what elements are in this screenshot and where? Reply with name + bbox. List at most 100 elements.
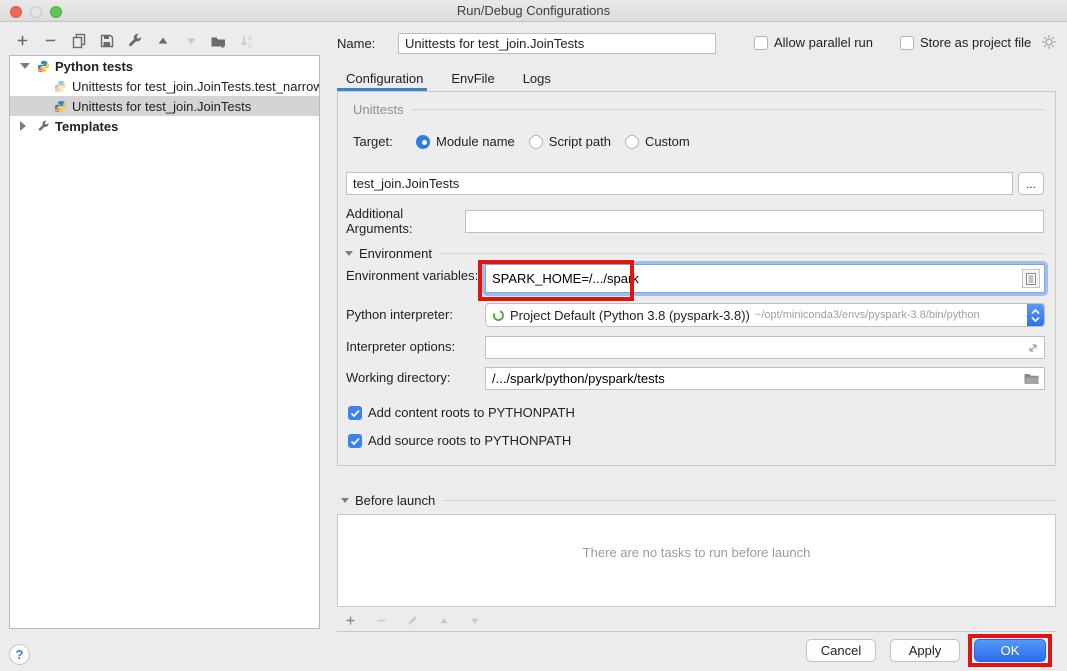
move-up-icon[interactable]	[154, 32, 171, 49]
name-input[interactable]	[398, 33, 716, 54]
interpreter-options-input[interactable]	[486, 337, 1027, 358]
edit-environment-variables-icon[interactable]	[1022, 269, 1040, 288]
tab-logs[interactable]: Logs	[514, 69, 560, 90]
conda-env-icon	[492, 309, 505, 322]
collapse-triangle-icon[interactable]	[345, 251, 353, 256]
window-title: Run/Debug Configurations	[0, 0, 1067, 22]
python-interpreter-select[interactable]: Project Default (Python 3.8 (pyspark-3.8…	[485, 303, 1045, 327]
environment-group-header[interactable]: Environment	[345, 246, 1045, 261]
python-tests-icon	[37, 60, 50, 73]
store-as-project-file-option[interactable]: Store as project file	[900, 35, 1031, 50]
remove-icon[interactable]	[42, 32, 59, 49]
add-content-roots-label: Add content roots to PYTHONPATH	[368, 405, 575, 420]
python-interpreter-value: Project Default (Python 3.8 (pyspark-3.8…	[510, 308, 750, 323]
help-label: ?	[16, 647, 24, 662]
target-row: Target: Module name Script path Custom	[353, 134, 704, 149]
tree-item-label: Unittests for test_join.JoinTests	[72, 99, 251, 114]
edit-pencil-icon	[404, 612, 421, 629]
tree-item-label: Unittests for test_join.JoinTests.test_n…	[72, 79, 319, 94]
before-launch-toolbar	[342, 612, 483, 629]
python-run-config-icon	[54, 80, 67, 93]
unittests-group-header: Unittests	[353, 102, 1045, 117]
before-launch-header[interactable]: Before launch	[341, 493, 1056, 508]
save-icon[interactable]	[98, 32, 115, 49]
add-source-roots-checkbox[interactable]	[348, 434, 362, 448]
divider	[337, 631, 1056, 632]
radio-custom-label[interactable]: Custom	[645, 134, 690, 149]
allow-parallel-run-label: Allow parallel run	[774, 35, 873, 50]
sort-alphabetically-icon: az	[238, 32, 255, 49]
tree-item-label: Templates	[55, 119, 118, 134]
chevron-down-icon[interactable]	[20, 63, 30, 69]
add-icon[interactable]	[342, 612, 359, 629]
configuration-tab-content: Unittests Target: Module name Script pat…	[337, 91, 1056, 466]
interpreter-options-label: Interpreter options:	[346, 339, 455, 354]
tree-item-python-tests[interactable]: Python tests	[10, 56, 319, 76]
move-down-icon	[182, 32, 199, 49]
browse-button[interactable]: ...	[1018, 172, 1044, 195]
name-label: Name:	[337, 36, 375, 51]
interpreter-options-field	[485, 336, 1045, 359]
config-tabs: Configuration EnvFile Logs	[337, 69, 560, 90]
environment-variables-field	[485, 264, 1045, 293]
add-content-roots-checkbox[interactable]	[348, 406, 362, 420]
module-name-input[interactable]	[346, 172, 1013, 195]
radio-script-path-label[interactable]: Script path	[549, 134, 611, 149]
gear-icon[interactable]	[1041, 34, 1057, 53]
environment-group-title: Environment	[359, 246, 432, 261]
svg-text:z: z	[248, 41, 252, 49]
target-label: Target:	[353, 134, 416, 149]
tree-item-templates[interactable]: Templates	[10, 116, 319, 136]
collapse-triangle-icon[interactable]	[341, 498, 349, 503]
radio-module-name[interactable]	[416, 135, 430, 149]
apply-button[interactable]: Apply	[890, 639, 960, 662]
environment-variables-input[interactable]	[486, 265, 1022, 292]
tab-configuration[interactable]: Configuration	[337, 69, 432, 90]
browse-label: ...	[1026, 177, 1036, 191]
active-tab-indicator	[337, 88, 427, 91]
remove-icon	[373, 612, 390, 629]
store-as-project-file-label: Store as project file	[920, 35, 1031, 50]
allow-parallel-run-checkbox[interactable]	[754, 36, 768, 50]
add-source-roots-option[interactable]: Add source roots to PYTHONPATH	[348, 433, 571, 448]
allow-parallel-run-option[interactable]: Allow parallel run	[754, 35, 873, 50]
add-content-roots-option[interactable]: Add content roots to PYTHONPATH	[348, 405, 575, 420]
tab-envfile[interactable]: EnvFile	[442, 69, 503, 90]
before-launch-task-list: There are no tasks to run before launch	[337, 514, 1056, 607]
tree-item-unittests-jointests-selected[interactable]: Unittests for test_join.JoinTests	[10, 96, 319, 116]
add-source-roots-label: Add source roots to PYTHONPATH	[368, 433, 571, 448]
move-down-icon	[466, 612, 483, 629]
configurations-tree: Python tests Unittests for test_join.Joi…	[9, 55, 320, 629]
chevron-right-icon[interactable]	[20, 121, 30, 131]
before-launch-title: Before launch	[355, 493, 435, 508]
templates-wrench-icon	[37, 120, 50, 133]
store-as-project-file-checkbox[interactable]	[900, 36, 914, 50]
python-interpreter-label: Python interpreter:	[346, 307, 453, 322]
additional-arguments-label: Additional Arguments:	[346, 206, 465, 236]
help-button[interactable]: ?	[9, 644, 30, 665]
radio-module-name-label[interactable]: Module name	[436, 134, 515, 149]
combobox-stepper-icon[interactable]	[1027, 303, 1044, 327]
radio-script-path[interactable]	[529, 135, 543, 149]
title-bar: Run/Debug Configurations	[0, 0, 1067, 22]
expand-icon[interactable]	[1027, 342, 1039, 354]
configurations-toolbar: az	[14, 32, 255, 49]
radio-custom[interactable]	[625, 135, 639, 149]
edit-templates-wrench-icon[interactable]	[126, 32, 143, 49]
module-name-row: ...	[346, 172, 1044, 195]
working-directory-label: Working directory:	[346, 370, 451, 385]
add-icon[interactable]	[14, 32, 31, 49]
python-interpreter-path: ~/opt/miniconda3/envs/pyspark-3.8/bin/py…	[755, 309, 1023, 321]
unittests-group-title: Unittests	[353, 102, 404, 117]
cancel-button[interactable]: Cancel	[806, 639, 876, 662]
additional-arguments-row: Additional Arguments:	[346, 206, 1044, 236]
move-up-icon	[435, 612, 452, 629]
ok-button[interactable]: OK	[974, 639, 1046, 662]
folder-icon[interactable]	[1024, 373, 1039, 385]
working-directory-field	[485, 367, 1045, 390]
working-directory-input[interactable]	[486, 368, 1024, 389]
tree-item-unittests-test-narrow[interactable]: Unittests for test_join.JoinTests.test_n…	[10, 76, 319, 96]
copy-icon[interactable]	[70, 32, 87, 49]
new-folder-icon[interactable]	[210, 32, 227, 49]
additional-arguments-input[interactable]	[465, 210, 1044, 233]
